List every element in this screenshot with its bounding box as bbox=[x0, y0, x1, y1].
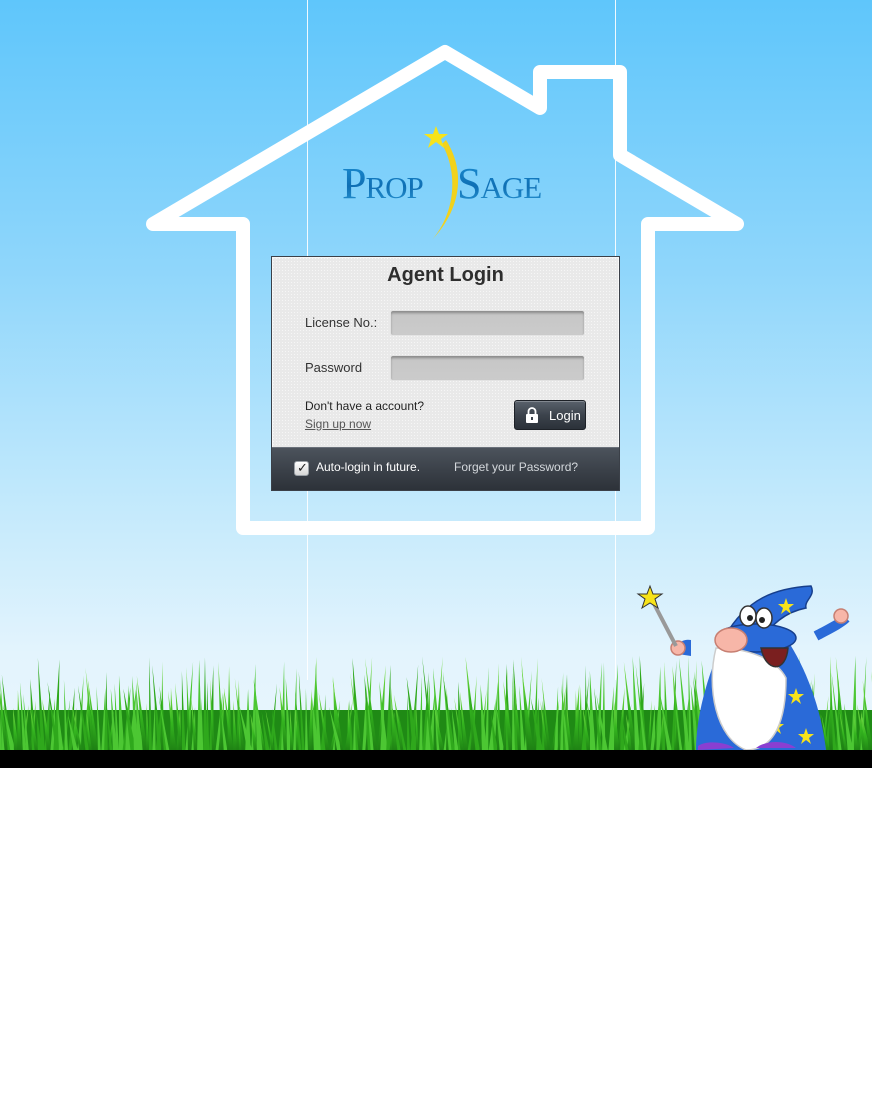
password-input[interactable] bbox=[390, 355, 585, 381]
license-input[interactable] bbox=[390, 310, 585, 336]
background-scene: Prop Sage Agent Login License No.: Passw… bbox=[0, 0, 872, 768]
login-button-label: Login bbox=[549, 407, 581, 423]
auto-login-checkbox[interactable]: ✓ bbox=[294, 460, 309, 476]
ground-strip bbox=[0, 750, 872, 768]
password-label: Password bbox=[305, 360, 363, 375]
checkmark-icon: ✓ bbox=[297, 460, 308, 475]
panel-title: Agent Login bbox=[387, 264, 504, 286]
wizard-mascot bbox=[636, 584, 850, 751]
signup-link[interactable]: Sign up now bbox=[305, 417, 371, 431]
auto-login-label: Auto-login in future. bbox=[316, 460, 421, 474]
panel-footer: ✓ Auto-login in future. Forget your Pass… bbox=[272, 447, 619, 490]
no-account-text: Don't have a account? bbox=[305, 399, 425, 413]
license-label: License No.: bbox=[305, 315, 378, 330]
propsage-logo: Prop Sage bbox=[340, 120, 570, 250]
logo-text-sage: Sage bbox=[457, 159, 542, 208]
lock-icon bbox=[526, 407, 538, 423]
login-panel: Agent Login License No.: Password Don't … bbox=[271, 256, 620, 491]
forgot-password-link[interactable]: Forget your Password? bbox=[454, 460, 578, 474]
login-button[interactable]: Login bbox=[514, 400, 586, 430]
